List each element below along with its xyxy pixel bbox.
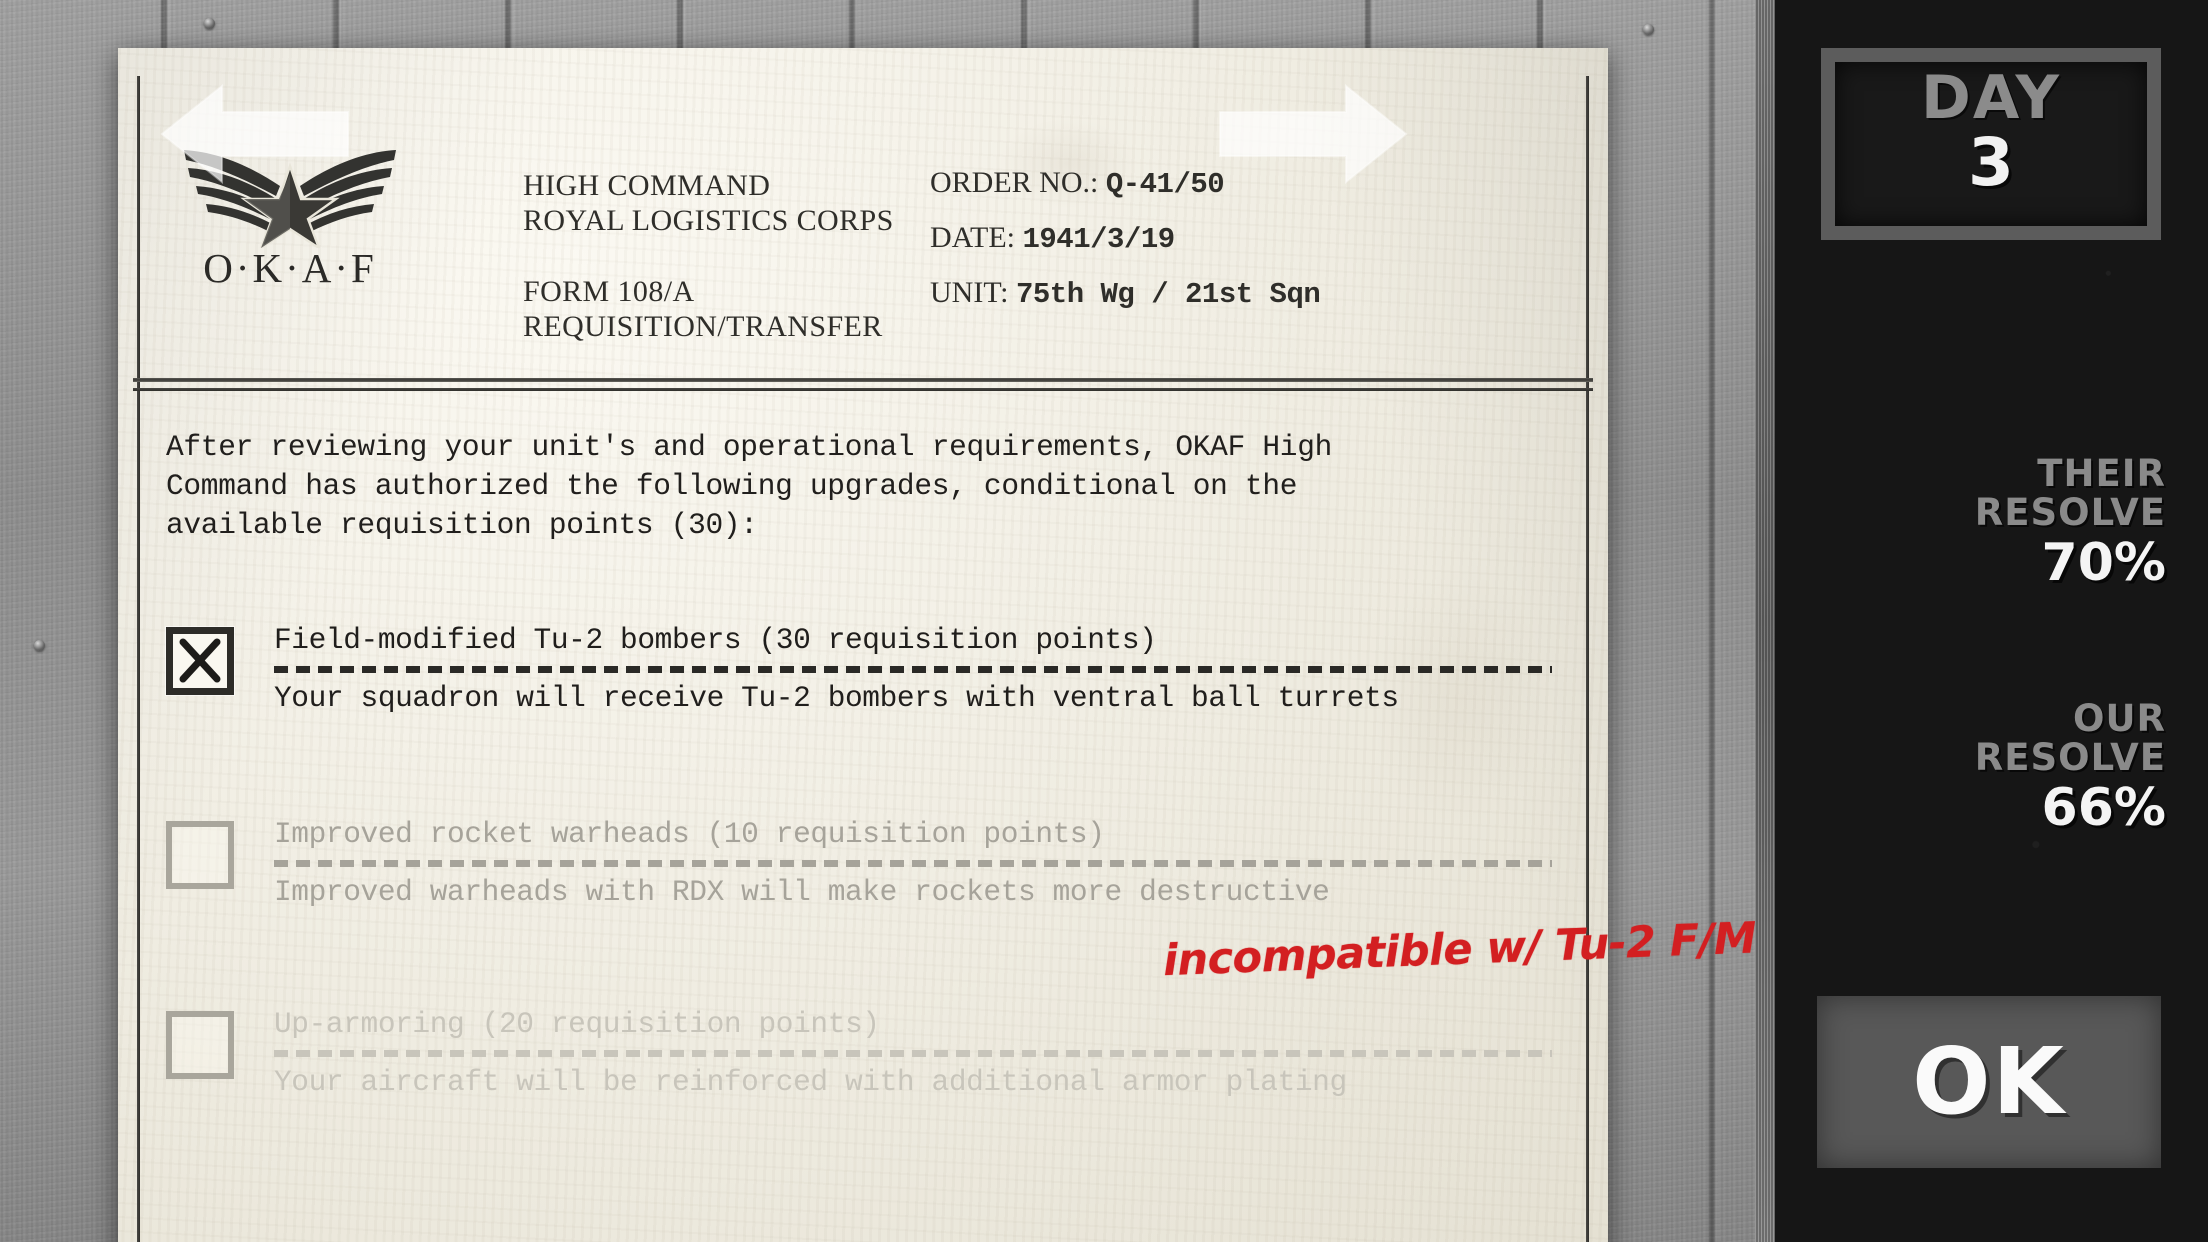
option-3-title: Up-armoring (20 requisition points)	[274, 1006, 880, 1041]
form-org-block: HIGH COMMAND ROYAL LOGISTICS CORPS FORM …	[523, 168, 894, 344]
field-date-value: 1941/3/19	[1022, 223, 1176, 256]
checkbox-option-2[interactable]	[166, 820, 234, 889]
ok-button[interactable]: OK	[1817, 996, 2161, 1168]
upgrade-option-1[interactable]: Field-modified Tu-2 bombers (30 requisit…	[166, 623, 1568, 727]
checkbox-option-1[interactable]	[166, 626, 234, 695]
option-3-description: Your aircraft will be reinforced with ad…	[274, 1064, 1347, 1099]
their-resolve-label-line2: RESOLVE	[1974, 490, 2166, 534]
day-counter: DAY 3	[1821, 48, 2161, 240]
next-page-button[interactable]	[1218, 84, 1408, 184]
org-line-2: ROYAL LOGISTICS CORPS	[523, 204, 894, 238]
field-unit: UNIT: 75th Wg / 21st Sqn	[930, 276, 1321, 311]
header-divider-top	[133, 378, 1593, 382]
option-2-title: Improved rocket warheads (10 requisition…	[274, 816, 1105, 851]
okaf-emblem-label: O·K·A·F	[203, 245, 377, 291]
our-resolve-label-line1: OUR	[2073, 697, 2166, 740]
option-2-divider	[274, 859, 1552, 867]
nail-decoration	[204, 18, 215, 29]
our-resolve-stat: OUR RESOLVE 66%	[1974, 697, 2166, 838]
field-date: DATE: 1941/3/19	[930, 221, 1320, 256]
arrow-left-icon	[160, 84, 350, 184]
nail-decoration	[1643, 24, 1654, 35]
their-resolve-value: 70%	[2041, 532, 2166, 593]
form-fields-block: ORDER NO.: Q-41/50 DATE: 1941/3/19 UNIT:…	[930, 166, 1321, 333]
their-resolve-stat: THEIR RESOLVE 70%	[1974, 452, 2166, 593]
option-1-title: Field-modified Tu-2 bombers (30 requisit…	[274, 622, 1157, 657]
day-label: DAY	[1921, 63, 2061, 133]
check-x-icon	[173, 634, 227, 688]
checkbox-option-3[interactable]	[166, 1010, 234, 1079]
our-resolve-value: 66%	[2041, 777, 2166, 838]
field-order-no-value: Q-41/50	[1105, 168, 1225, 201]
ok-button-label: OK	[1912, 1028, 2066, 1135]
field-unit-value: 75th Wg / 21st Sqn	[1016, 278, 1321, 311]
game-screen: O·K·A·F HIGH COMMAND ROYAL LOGISTICS COR…	[0, 0, 2208, 1242]
form-body: After reviewing your unit's and operatio…	[166, 428, 1568, 1111]
intro-paragraph: After reviewing your unit's and operatio…	[166, 430, 1332, 542]
form-type: REQUISITION/TRANSFER	[523, 310, 883, 344]
previous-page-button[interactable]	[160, 84, 350, 184]
requisition-form-paper: O·K·A·F HIGH COMMAND ROYAL LOGISTICS COR…	[118, 48, 1797, 1242]
option-3-divider	[274, 1049, 1552, 1057]
org-line-1: HIGH COMMAND	[523, 169, 771, 202]
field-unit-label: UNIT:	[930, 276, 1009, 309]
field-date-label: DATE:	[930, 221, 1015, 254]
status-sidebar: DAY 3 THEIR RESOLVE 70% OUR RESOLVE 66% …	[1755, 0, 2208, 1242]
upgrade-option-3[interactable]: Up-armoring (20 requisition points) Your…	[166, 1007, 1568, 1111]
field-order-no-label: ORDER NO.:	[930, 166, 1099, 199]
day-number: 3	[1968, 124, 2014, 201]
upgrade-option-2[interactable]: Improved rocket warheads (10 requisition…	[166, 817, 1568, 921]
option-1-description: Your squadron will receive Tu-2 bombers …	[274, 680, 1399, 715]
option-1-divider	[274, 665, 1552, 673]
arrow-right-icon	[1218, 84, 1408, 184]
header-divider-bottom	[133, 388, 1593, 391]
form-number: FORM 108/A	[523, 275, 695, 309]
option-2-description: Improved warheads with RDX will make roc…	[274, 874, 1330, 909]
our-resolve-label-line2: RESOLVE	[1974, 735, 2166, 779]
their-resolve-label-line1: THEIR	[2037, 452, 2166, 495]
nail-decoration	[34, 640, 45, 651]
